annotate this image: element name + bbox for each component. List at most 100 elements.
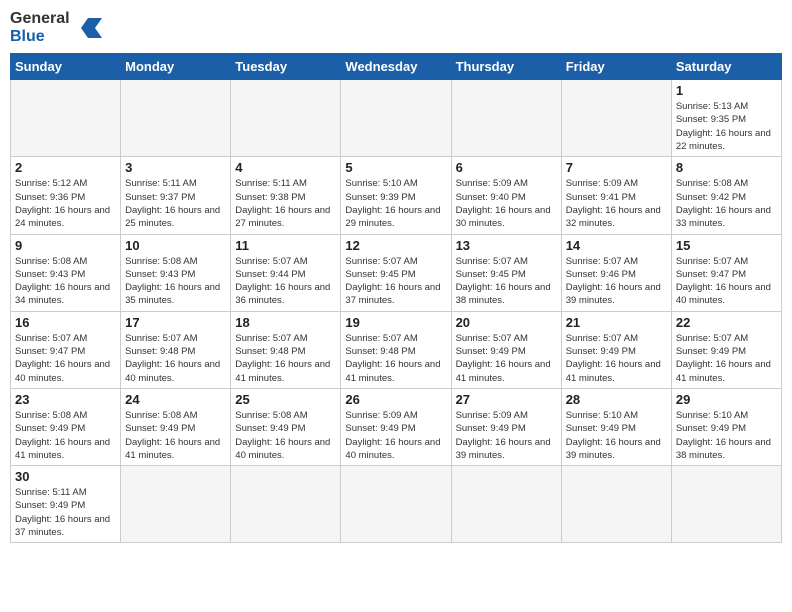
calendar-cell: 11 Sunrise: 5:07 AM Sunset: 9:44 PM Dayli… <box>231 234 341 311</box>
calendar-cell: 10 Sunrise: 5:08 AM Sunset: 9:43 PM Dayli… <box>121 234 231 311</box>
day-number: 7 <box>566 160 667 175</box>
day-info: Sunrise: 5:09 AM Sunset: 9:49 PM Dayligh… <box>345 409 446 462</box>
calendar-cell: 21Sunrise: 5:07 AM Sunset: 9:49 PM Dayli… <box>561 311 671 388</box>
logo-flag-icon <box>74 14 102 42</box>
day-info: Sunrise: 5:07 AM Sunset: 9:48 PM Dayligh… <box>235 332 336 385</box>
calendar-week-1: 1 Sunrise: 5:13 AM Sunset: 9:35 PM Daylig… <box>11 80 782 157</box>
calendar-cell: 5Sunrise: 5:10 AM Sunset: 9:39 PM Daylig… <box>341 157 451 234</box>
calendar-cell: 6Sunrise: 5:09 AM Sunset: 9:40 PM Daylig… <box>451 157 561 234</box>
day-info: Sunrise: 5:08 AM Sunset: 9:43 PM Dayligh… <box>125 255 226 308</box>
calendar-week-2: 2 Sunrise: 5:12 AM Sunset: 9:36 PM Daylig… <box>11 157 782 234</box>
day-info: Sunrise: 5:09 AM Sunset: 9:49 PM Dayligh… <box>456 409 557 462</box>
calendar-cell: 3 Sunrise: 5:11 AM Sunset: 9:37 PM Daylig… <box>121 157 231 234</box>
day-info: Sunrise: 5:10 AM Sunset: 9:49 PM Dayligh… <box>676 409 777 462</box>
day-number: 18 <box>235 315 336 330</box>
calendar-cell: 17Sunrise: 5:07 AM Sunset: 9:48 PM Dayli… <box>121 311 231 388</box>
day-info: Sunrise: 5:07 AM Sunset: 9:49 PM Dayligh… <box>676 332 777 385</box>
day-header-saturday: Saturday <box>671 54 781 80</box>
day-info: Sunrise: 5:08 AM Sunset: 9:49 PM Dayligh… <box>125 409 226 462</box>
day-number: 13 <box>456 238 557 253</box>
day-info: Sunrise: 5:09 AM Sunset: 9:41 PM Dayligh… <box>566 177 667 230</box>
calendar-week-6: 30 Sunrise: 5:11 AM Sunset: 9:49 PM Dayli… <box>11 466 782 543</box>
calendar-cell: 2 Sunrise: 5:12 AM Sunset: 9:36 PM Daylig… <box>11 157 121 234</box>
calendar-cell: 24 Sunrise: 5:08 AM Sunset: 9:49 PM Dayli… <box>121 388 231 465</box>
calendar-cell: 13Sunrise: 5:07 AM Sunset: 9:45 PM Dayli… <box>451 234 561 311</box>
day-number: 5 <box>345 160 446 175</box>
day-number: 25 <box>235 392 336 407</box>
day-number: 29 <box>676 392 777 407</box>
calendar-cell <box>561 466 671 543</box>
calendar-cell: 15 Sunrise: 5:07 AM Sunset: 9:47 PM Dayli… <box>671 234 781 311</box>
day-info: Sunrise: 5:07 AM Sunset: 9:48 PM Dayligh… <box>125 332 226 385</box>
calendar-cell: 26 Sunrise: 5:09 AM Sunset: 9:49 PM Dayli… <box>341 388 451 465</box>
calendar-cell <box>451 80 561 157</box>
calendar-cell: 28 Sunrise: 5:10 AM Sunset: 9:49 PM Dayli… <box>561 388 671 465</box>
day-info: Sunrise: 5:07 AM Sunset: 9:44 PM Dayligh… <box>235 255 336 308</box>
day-number: 1 <box>676 83 777 98</box>
day-number: 20 <box>456 315 557 330</box>
calendar-cell: 25 Sunrise: 5:08 AM Sunset: 9:49 PM Dayli… <box>231 388 341 465</box>
day-header-friday: Friday <box>561 54 671 80</box>
day-header-thursday: Thursday <box>451 54 561 80</box>
day-info: Sunrise: 5:13 AM Sunset: 9:35 PM Dayligh… <box>676 100 777 153</box>
day-info: Sunrise: 5:08 AM Sunset: 9:49 PM Dayligh… <box>235 409 336 462</box>
day-number: 15 <box>676 238 777 253</box>
calendar-cell: 29 Sunrise: 5:10 AM Sunset: 9:49 PM Dayli… <box>671 388 781 465</box>
logo: General Blue <box>10 10 102 45</box>
day-number: 11 <box>235 238 336 253</box>
day-number: 24 <box>125 392 226 407</box>
day-info: Sunrise: 5:12 AM Sunset: 9:36 PM Dayligh… <box>15 177 116 230</box>
calendar-cell <box>121 466 231 543</box>
day-header-monday: Monday <box>121 54 231 80</box>
day-number: 10 <box>125 238 226 253</box>
day-info: Sunrise: 5:07 AM Sunset: 9:47 PM Dayligh… <box>676 255 777 308</box>
day-number: 28 <box>566 392 667 407</box>
calendar-cell <box>231 80 341 157</box>
calendar-cell: 9Sunrise: 5:08 AM Sunset: 9:43 PM Daylig… <box>11 234 121 311</box>
day-info: Sunrise: 5:07 AM Sunset: 9:49 PM Dayligh… <box>456 332 557 385</box>
calendar-cell: 30 Sunrise: 5:11 AM Sunset: 9:49 PM Dayli… <box>11 466 121 543</box>
day-info: Sunrise: 5:11 AM Sunset: 9:37 PM Dayligh… <box>125 177 226 230</box>
day-number: 4 <box>235 160 336 175</box>
day-header-wednesday: Wednesday <box>341 54 451 80</box>
calendar-cell: 19Sunrise: 5:07 AM Sunset: 9:48 PM Dayli… <box>341 311 451 388</box>
calendar-cell: 14Sunrise: 5:07 AM Sunset: 9:46 PM Dayli… <box>561 234 671 311</box>
calendar-cell <box>11 80 121 157</box>
day-info: Sunrise: 5:07 AM Sunset: 9:47 PM Dayligh… <box>15 332 116 385</box>
day-number: 27 <box>456 392 557 407</box>
calendar-cell <box>231 466 341 543</box>
calendar-cell: 16 Sunrise: 5:07 AM Sunset: 9:47 PM Dayli… <box>11 311 121 388</box>
day-number: 23 <box>15 392 116 407</box>
day-info: Sunrise: 5:09 AM Sunset: 9:40 PM Dayligh… <box>456 177 557 230</box>
day-info: Sunrise: 5:11 AM Sunset: 9:49 PM Dayligh… <box>15 486 116 539</box>
day-number: 26 <box>345 392 446 407</box>
day-number: 30 <box>15 469 116 484</box>
calendar-cell <box>561 80 671 157</box>
calendar-cell: 12Sunrise: 5:07 AM Sunset: 9:45 PM Dayli… <box>341 234 451 311</box>
calendar-cell <box>341 80 451 157</box>
calendar-body: 1 Sunrise: 5:13 AM Sunset: 9:35 PM Daylig… <box>11 80 782 543</box>
day-number: 16 <box>15 315 116 330</box>
calendar-cell: 4 Sunrise: 5:11 AM Sunset: 9:38 PM Daylig… <box>231 157 341 234</box>
calendar-cell: 23 Sunrise: 5:08 AM Sunset: 9:49 PM Dayli… <box>11 388 121 465</box>
day-number: 2 <box>15 160 116 175</box>
day-number: 12 <box>345 238 446 253</box>
calendar-cell: 20 Sunrise: 5:07 AM Sunset: 9:49 PM Dayli… <box>451 311 561 388</box>
day-info: Sunrise: 5:10 AM Sunset: 9:49 PM Dayligh… <box>566 409 667 462</box>
day-header-sunday: Sunday <box>11 54 121 80</box>
day-info: Sunrise: 5:08 AM Sunset: 9:49 PM Dayligh… <box>15 409 116 462</box>
calendar-week-4: 16 Sunrise: 5:07 AM Sunset: 9:47 PM Dayli… <box>11 311 782 388</box>
day-number: 9 <box>15 238 116 253</box>
calendar-week-5: 23 Sunrise: 5:08 AM Sunset: 9:49 PM Dayli… <box>11 388 782 465</box>
logo-text: General Blue <box>10 10 70 45</box>
calendar-week-3: 9 Sunrise: 5:08 AM Sunset: 9:43 PM Daylig… <box>11 234 782 311</box>
day-number: 3 <box>125 160 226 175</box>
day-info: Sunrise: 5:08 AM Sunset: 9:42 PM Dayligh… <box>676 177 777 230</box>
calendar-cell: 22Sunrise: 5:07 AM Sunset: 9:49 PM Dayli… <box>671 311 781 388</box>
day-number: 8 <box>676 160 777 175</box>
calendar-header-row: SundayMondayTuesdayWednesdayThursdayFrid… <box>11 54 782 80</box>
day-info: Sunrise: 5:11 AM Sunset: 9:38 PM Dayligh… <box>235 177 336 230</box>
calendar-cell: 8 Sunrise: 5:08 AM Sunset: 9:42 PM Daylig… <box>671 157 781 234</box>
day-info: Sunrise: 5:07 AM Sunset: 9:49 PM Dayligh… <box>566 332 667 385</box>
day-info: Sunrise: 5:07 AM Sunset: 9:48 PM Dayligh… <box>345 332 446 385</box>
